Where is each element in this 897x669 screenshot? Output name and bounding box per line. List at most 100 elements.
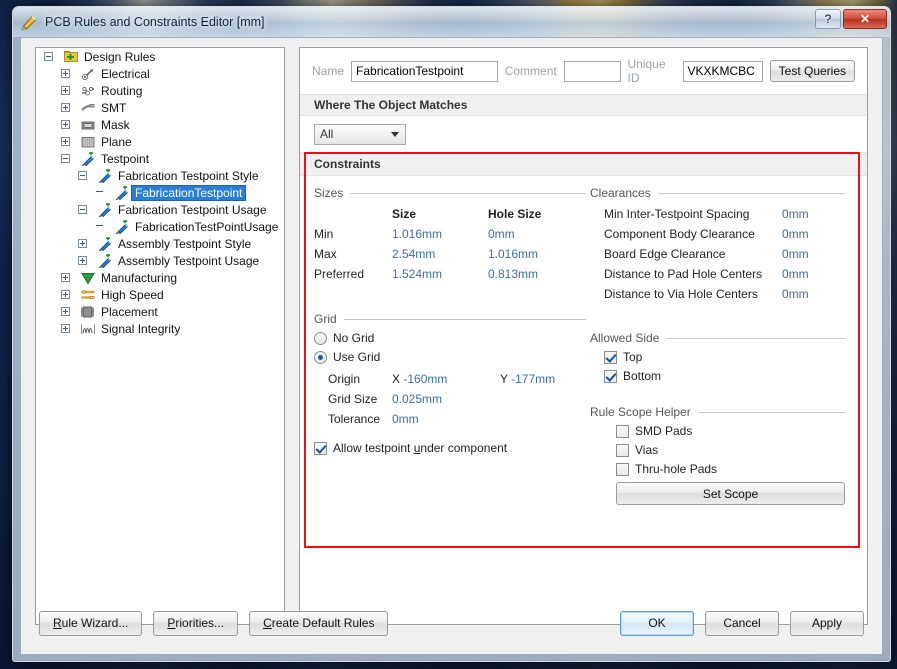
sizes-group-header: Sizes [314, 186, 586, 200]
expand-icon[interactable] [61, 103, 70, 112]
table-row: Board Edge Clearance 0mm [604, 244, 809, 264]
allowed-side-top-checkbox[interactable] [604, 350, 617, 364]
allowed-side-bottom-checkbox[interactable] [604, 369, 617, 383]
max-hole-size-value[interactable]: 1.016mm [488, 244, 541, 264]
sizes-row-label: Preferred [314, 267, 365, 281]
tree-item[interactable]: Plane [36, 133, 284, 150]
smd-pads-checkbox[interactable] [616, 424, 629, 438]
rule-wizard-button[interactable]: Rule Wizard... [39, 610, 143, 636]
clearance-label: Component Body Clearance [604, 227, 755, 241]
tree-item-label: Placement [101, 304, 158, 319]
rule-scope-helper-group-label: Rule Scope Helper [590, 405, 691, 419]
use-grid-radio-row[interactable]: Use Grid [314, 350, 586, 364]
smd-pads-row[interactable]: SMD Pads [616, 424, 845, 438]
tree-item[interactable]: Design Rules [36, 48, 284, 65]
expand-icon[interactable] [61, 69, 70, 78]
allowed-side-top-row[interactable]: Top [604, 350, 845, 364]
origin-x-value[interactable]: -160mm [403, 372, 447, 386]
tree-item[interactable]: High Speed [36, 286, 284, 303]
allow-testpoint-under-component-label: Allow testpoint under component [333, 441, 508, 455]
min-hole-size-value[interactable]: 0mm [488, 224, 541, 244]
vias-checkbox[interactable] [616, 443, 629, 457]
tree-item-selected[interactable]: FabricationTestpoint [36, 184, 284, 201]
tree-item[interactable]: Assembly Testpoint Style [36, 235, 284, 252]
rule-header-form: Name FabricationTestpoint Comment Unique… [300, 48, 867, 94]
expand-icon[interactable] [78, 256, 87, 265]
allow-testpoint-under-component-checkbox[interactable] [314, 441, 327, 455]
no-grid-radio[interactable] [314, 331, 327, 345]
tree-item-label: Assembly Testpoint Usage [118, 253, 260, 268]
tree-item[interactable]: Fabrication Testpoint Style [36, 167, 284, 184]
create-default-rules-button[interactable]: Create Default Rules [249, 610, 389, 636]
tree-item[interactable]: Electrical [36, 65, 284, 82]
rules-tree-panel[interactable]: Design Rules Electrical Routing SMT Mask Plan… [35, 47, 285, 625]
sizes-table: Size Hole Size Min 1.016mm 0mm Max 2.54m… [314, 204, 541, 284]
min-size-value[interactable]: 1.016mm [392, 224, 488, 244]
footer-left-buttons: Rule Wizard... Priorities... Create Defa… [39, 610, 389, 636]
min-inter-testpoint-spacing-value[interactable]: 0mm [782, 204, 809, 224]
tree-item[interactable]: Assembly Testpoint Usage [36, 252, 284, 269]
thru-hole-pads-checkbox[interactable] [616, 462, 629, 476]
origin-y-value[interactable]: -177mm [511, 372, 555, 386]
close-button[interactable]: ✕ [843, 9, 887, 29]
help-button[interactable]: ? [815, 9, 841, 29]
grid-size-value[interactable]: 0.025mm [392, 389, 555, 409]
name-input[interactable]: FabricationTestpoint [351, 60, 498, 82]
clearances-group-header: Clearances [590, 186, 845, 200]
collapse-icon[interactable] [78, 171, 87, 180]
tree-item[interactable]: FabricationTestPointUsage [36, 218, 284, 235]
group-rule-line [350, 192, 586, 194]
testpoint-icon [81, 151, 95, 166]
expand-icon[interactable] [61, 86, 70, 95]
tolerance-value[interactable]: 0mm [392, 409, 555, 429]
distance-to-pad-hole-centers-value[interactable]: 0mm [782, 264, 809, 284]
distance-to-via-hole-centers-value[interactable]: 0mm [782, 284, 809, 304]
ok-button[interactable]: OK [620, 610, 694, 636]
test-queries-button[interactable]: Test Queries [769, 60, 855, 82]
no-grid-radio-row[interactable]: No Grid [314, 331, 586, 345]
tree-item[interactable]: Fabrication Testpoint Usage [36, 201, 284, 218]
set-scope-button[interactable]: Set Scope [616, 482, 845, 505]
board-edge-clearance-value[interactable]: 0mm [782, 244, 809, 264]
expand-icon[interactable] [61, 307, 70, 316]
expand-icon[interactable] [61, 324, 70, 333]
tree-item[interactable]: Placement [36, 303, 284, 320]
preferred-size-value[interactable]: 1.524mm [392, 264, 488, 284]
allowed-side-bottom-row[interactable]: Bottom [604, 369, 845, 383]
electrical-icon [82, 68, 94, 80]
table-row: Origin X -160mm Y -177mm [328, 369, 555, 389]
tree-item[interactable]: SMT [36, 99, 284, 116]
window-titlebar[interactable]: PCB Rules and Constraints Editor [mm] ? … [13, 7, 890, 37]
priorities-button[interactable]: Priorities... [153, 610, 239, 636]
vias-row[interactable]: Vias [616, 443, 845, 457]
expand-icon[interactable] [61, 120, 70, 129]
clearances-table: Min Inter-Testpoint Spacing 0mm Componen… [604, 204, 809, 304]
expand-icon[interactable] [61, 273, 70, 282]
scope-select[interactable]: All [314, 123, 406, 145]
tree-item[interactable]: Signal Integrity [36, 320, 284, 337]
tree-item[interactable]: Testpoint [36, 150, 284, 167]
window-title: PCB Rules and Constraints Editor [mm] [45, 15, 265, 29]
cancel-button[interactable]: Cancel [705, 610, 779, 636]
apply-button[interactable]: Apply [790, 610, 864, 636]
unique-id-input[interactable]: VKXKMCBC [682, 60, 763, 82]
thru-hole-pads-label: Thru-hole Pads [635, 462, 718, 476]
expand-icon[interactable] [78, 239, 87, 248]
collapse-icon[interactable] [61, 154, 70, 163]
collapse-icon[interactable] [78, 205, 87, 214]
constraints-title: Constraints [300, 152, 867, 176]
tree-item[interactable]: Mask [36, 116, 284, 133]
tree-item[interactable]: Routing [36, 82, 284, 99]
table-row: Tolerance 0mm [328, 409, 555, 429]
collapse-icon[interactable] [44, 52, 53, 61]
use-grid-radio[interactable] [314, 350, 327, 364]
preferred-hole-size-value[interactable]: 0.813mm [488, 264, 541, 284]
max-size-value[interactable]: 2.54mm [392, 244, 488, 264]
expand-icon[interactable] [61, 137, 70, 146]
allow-testpoint-under-component-row[interactable]: Allow testpoint under component [314, 441, 586, 455]
comment-input[interactable] [563, 60, 621, 82]
expand-icon[interactable] [61, 290, 70, 299]
tree-item[interactable]: Manufacturing [36, 269, 284, 286]
component-body-clearance-value[interactable]: 0mm [782, 224, 809, 244]
thru-hole-pads-row[interactable]: Thru-hole Pads [616, 462, 845, 476]
